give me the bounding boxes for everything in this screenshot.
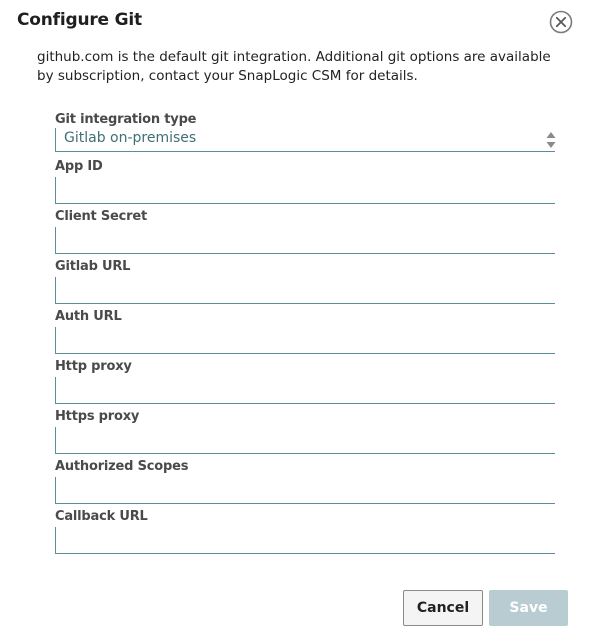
save-button[interactable]: Save — [489, 590, 568, 626]
dialog-title: Configure Git — [17, 10, 142, 30]
configure-git-dialog: Configure Git github.com is the default … — [0, 0, 590, 638]
http-proxy-input[interactable] — [55, 377, 555, 404]
up-down-arrows-icon — [546, 132, 556, 148]
callback-url-field: Callback URL — [55, 509, 555, 554]
intro-text: github.com is the default git integratio… — [37, 49, 551, 84]
authorized-scopes-input[interactable] — [55, 477, 555, 504]
client-secret-field: Client Secret — [55, 209, 555, 254]
close-circle-icon — [549, 10, 573, 34]
client-secret-label: Client Secret — [55, 209, 147, 224]
app-id-label: App ID — [55, 159, 103, 174]
gitlab-url-input[interactable] — [55, 277, 555, 304]
callback-url-label: Callback URL — [55, 509, 148, 524]
http-proxy-label: Http proxy — [55, 359, 132, 374]
auth-url-field: Auth URL — [55, 309, 555, 354]
https-proxy-field: Https proxy — [55, 409, 555, 454]
integration-type-select[interactable]: Gitlab on-premises — [55, 128, 556, 152]
app-id-field: App ID — [55, 159, 555, 204]
integration-type-label: Git integration type — [55, 112, 197, 127]
auth-url-input[interactable] — [55, 327, 555, 354]
integration-type-value: Gitlab on-premises — [64, 130, 197, 146]
authorized-scopes-field: Authorized Scopes — [55, 459, 555, 504]
client-secret-input[interactable] — [55, 227, 555, 254]
integration-type-field: Git integration type Gitlab on-premises — [55, 112, 556, 152]
authorized-scopes-label: Authorized Scopes — [55, 459, 189, 474]
close-button[interactable] — [549, 10, 573, 34]
https-proxy-input[interactable] — [55, 427, 555, 454]
cancel-button[interactable]: Cancel — [403, 590, 483, 626]
callback-url-input[interactable] — [55, 527, 555, 554]
http-proxy-field: Http proxy — [55, 359, 555, 404]
app-id-input[interactable] — [55, 177, 555, 204]
auth-url-label: Auth URL — [55, 309, 122, 324]
gitlab-url-field: Gitlab URL — [55, 259, 555, 304]
gitlab-url-label: Gitlab URL — [55, 259, 131, 274]
https-proxy-label: Https proxy — [55, 409, 140, 424]
